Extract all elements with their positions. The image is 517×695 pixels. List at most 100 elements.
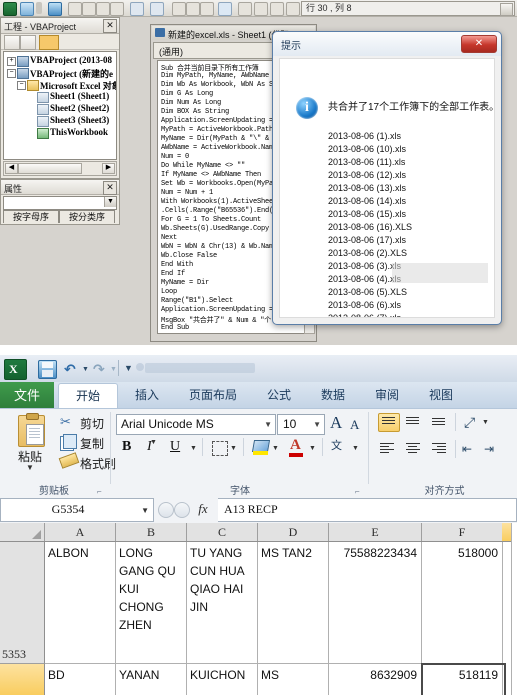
align-center-button[interactable] [404, 441, 422, 456]
font-color-icon[interactable]: A [290, 437, 301, 454]
font-dialog-launcher[interactable]: ⌐ [355, 487, 364, 496]
row-header-selected[interactable] [0, 664, 45, 695]
tab-page-layout[interactable]: 页面布局 [176, 383, 250, 409]
cell-a[interactable]: BD [45, 664, 116, 695]
chevron-down-icon[interactable]: ▼ [309, 445, 316, 452]
chevron-down-icon[interactable]: ▼ [7, 463, 53, 472]
tab-alphabetic[interactable]: 按字母序 [3, 210, 59, 223]
tab-formulas[interactable]: 公式 [254, 383, 304, 409]
cell-f[interactable]: 518119 [422, 664, 503, 695]
paste-button[interactable]: 粘贴 ▼ [7, 413, 53, 481]
chevron-down-icon[interactable]: ▼ [352, 445, 359, 452]
cell-e[interactable]: 75588223434 [329, 542, 422, 664]
tab-categorized[interactable]: 按分类序 [59, 210, 115, 223]
cell-c[interactable]: TU YANG CUN HUA QIAO HAI JIN [187, 542, 258, 664]
tab-insert[interactable]: 插入 [122, 383, 172, 409]
column-header-a[interactable]: A [45, 523, 116, 541]
italic-button[interactable]: I [147, 439, 152, 455]
orientation-icon[interactable]: ⤢ [464, 414, 475, 431]
cell-b[interactable]: LONG GANG QU KUI CHONG ZHEN [116, 542, 187, 664]
column-header-d[interactable]: D [258, 523, 329, 541]
find-icon[interactable] [110, 2, 124, 16]
scroll-thumb[interactable] [18, 163, 82, 174]
grow-font-button[interactable]: A [330, 413, 342, 433]
bold-button[interactable]: B [122, 439, 131, 455]
properties-window-icon[interactable] [254, 2, 268, 16]
save-icon[interactable] [48, 2, 62, 16]
cell-a[interactable]: ALBON [45, 542, 116, 664]
column-header-c[interactable]: C [187, 523, 258, 541]
view-object-icon[interactable] [20, 35, 36, 50]
phonetic-guide-icon[interactable]: 文 [331, 437, 342, 453]
fill-color-swatch[interactable] [253, 451, 268, 455]
close-icon[interactable]: ✕ [461, 35, 497, 53]
excel-icon[interactable] [3, 2, 17, 16]
undo-icon[interactable]: ↶ [64, 362, 76, 378]
chevron-down-icon[interactable]: ▼ [313, 420, 321, 429]
view-object-icon[interactable] [20, 2, 34, 16]
toggle-folders-icon[interactable] [39, 35, 59, 50]
decrease-indent-icon[interactable]: ⇤ [462, 442, 472, 456]
design-mode-icon[interactable] [218, 2, 232, 16]
font-color-swatch[interactable] [289, 453, 303, 457]
project-tree[interactable]: + VBAProject (2013-08 − VBAProject (新建的e… [3, 51, 117, 160]
expand-icon[interactable]: + [7, 57, 16, 66]
cell-d[interactable]: MS TAN2 [258, 542, 329, 664]
align-right-button[interactable] [430, 441, 448, 456]
collapse-icon[interactable]: − [7, 69, 16, 78]
cell-d[interactable]: MS [258, 664, 329, 695]
customize-qat-icon[interactable]: ▼ [124, 363, 133, 373]
name-box[interactable]: G5354 ▼ [0, 498, 154, 522]
close-icon[interactable]: ✕ [103, 19, 117, 33]
font-name-input[interactable]: Arial Unicode MS ▼ [116, 414, 276, 435]
chevron-down-icon[interactable]: ▼ [482, 419, 489, 426]
shrink-font-button[interactable]: A [350, 417, 359, 433]
clipboard-dialog-launcher[interactable]: ⌐ [97, 487, 106, 496]
redo-icon[interactable]: ↷ [93, 362, 105, 378]
tab-view[interactable]: 视图 [416, 383, 466, 409]
tab-review[interactable]: 审阅 [362, 383, 412, 409]
align-bottom-button[interactable] [430, 414, 448, 429]
column-header-b[interactable]: B [116, 523, 187, 541]
cell-e[interactable]: 8632909 [329, 664, 422, 695]
enter-icon[interactable] [174, 502, 190, 518]
excel-logo-icon[interactable]: X [4, 359, 27, 380]
insert-function-icon[interactable]: fx [190, 500, 216, 518]
align-top-button[interactable] [378, 413, 400, 432]
tab-file[interactable]: 文件 [0, 382, 54, 409]
column-header-e[interactable]: E [329, 523, 422, 541]
row-header-5353[interactable]: 5353 [0, 641, 44, 664]
close-icon[interactable]: ✕ [103, 181, 117, 195]
tab-data[interactable]: 数据 [308, 383, 358, 409]
position-dropdown-icon[interactable] [500, 3, 513, 16]
cell-b[interactable]: YANAN [116, 664, 187, 695]
font-size-input[interactable]: 10 ▼ [277, 414, 325, 435]
cancel-icon[interactable] [158, 502, 174, 518]
chevron-down-icon[interactable]: ▼ [104, 197, 116, 207]
cell-f[interactable]: 518000 [422, 542, 503, 664]
properties-object-combo[interactable]: ▼ [3, 196, 117, 210]
save-icon[interactable] [38, 360, 57, 379]
select-all-button[interactable] [0, 523, 45, 541]
borders-icon[interactable] [212, 441, 228, 456]
tab-home[interactable]: 开始 [58, 383, 118, 410]
undo-icon[interactable] [130, 2, 144, 16]
dropdown-arrow-icon[interactable] [36, 2, 42, 14]
pause-icon[interactable] [186, 2, 200, 16]
chevron-down-icon[interactable]: ▼ [141, 506, 149, 515]
collapse-icon[interactable]: − [17, 81, 26, 90]
formula-input[interactable]: A13 RECP [218, 498, 517, 522]
chevron-down-icon[interactable]: ▼ [272, 445, 279, 452]
scroll-left-icon[interactable]: ◀ [5, 163, 18, 174]
increase-indent-icon[interactable]: ⇥ [484, 442, 494, 456]
run-macro-icon[interactable] [172, 2, 186, 16]
object-browser-icon[interactable] [270, 2, 284, 16]
paste-icon[interactable] [96, 2, 110, 16]
column-header-f[interactable]: F [422, 523, 503, 541]
align-left-button[interactable] [378, 441, 396, 456]
align-middle-button[interactable] [404, 414, 422, 429]
redo-icon[interactable] [150, 2, 164, 16]
toolbox-icon[interactable] [286, 2, 300, 16]
chevron-down-icon[interactable]: ▼ [190, 445, 197, 452]
stop-icon[interactable] [200, 2, 214, 16]
